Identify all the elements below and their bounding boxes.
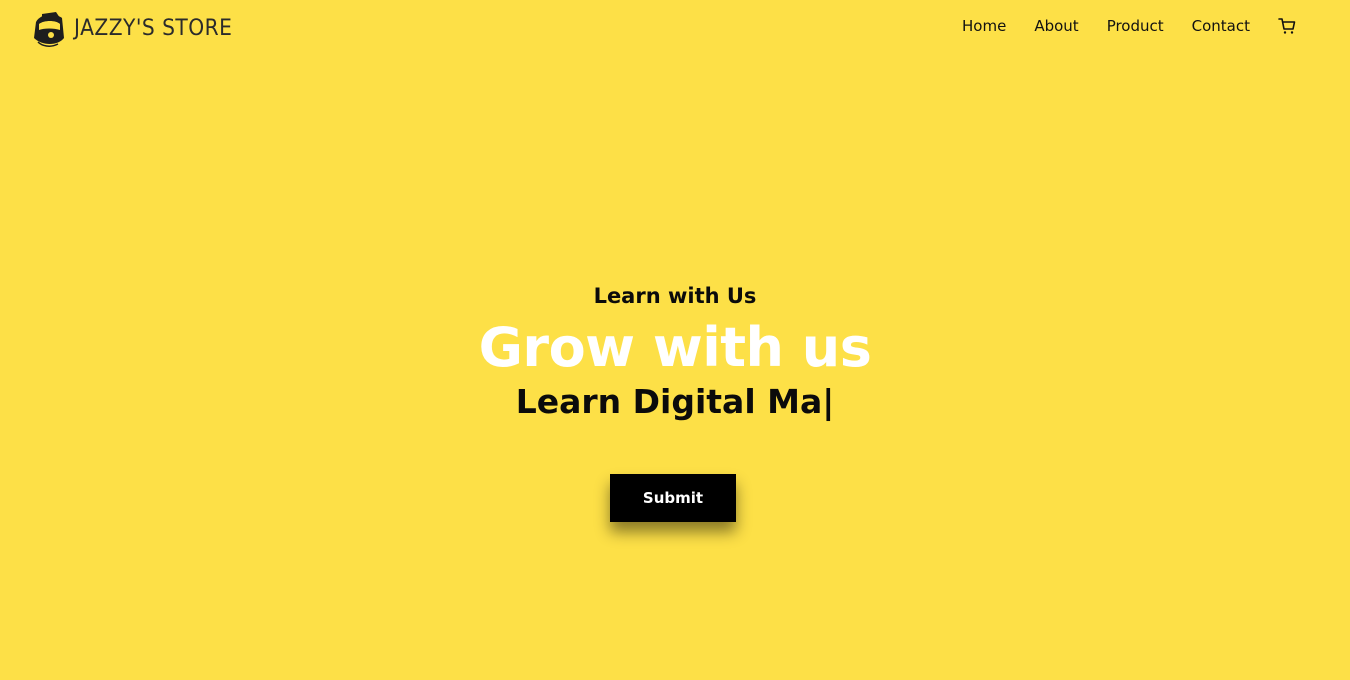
brand-name: JAZZY'S STORE: [74, 15, 233, 41]
store-logo-icon: [34, 12, 64, 47]
typed-text: Learn Digital Ma: [515, 382, 823, 421]
brand-link[interactable]: JAZZY'S STORE: [30, 8, 246, 48]
hero-section: Learn with Us Grow with us Learn Digital…: [0, 276, 1350, 424]
hero-title: Grow with us: [478, 316, 872, 379]
nav-link-home[interactable]: Home: [962, 16, 1006, 36]
shopping-cart-icon[interactable]: [1278, 17, 1296, 35]
submit-button[interactable]: Submit: [610, 474, 736, 522]
typed-text-line: Learn Digital Ma|: [0, 380, 1350, 424]
nav-links: Home About Product Contact: [962, 16, 1296, 36]
typing-cursor: |: [822, 382, 835, 421]
nav-link-contact[interactable]: Contact: [1192, 16, 1250, 36]
nav-link-product[interactable]: Product: [1107, 16, 1164, 36]
nav-link-about[interactable]: About: [1034, 16, 1078, 36]
hero-kicker: Learn with Us: [593, 284, 757, 308]
navbar: JAZZY'S STORE Home About Product Contact: [0, 0, 1350, 56]
